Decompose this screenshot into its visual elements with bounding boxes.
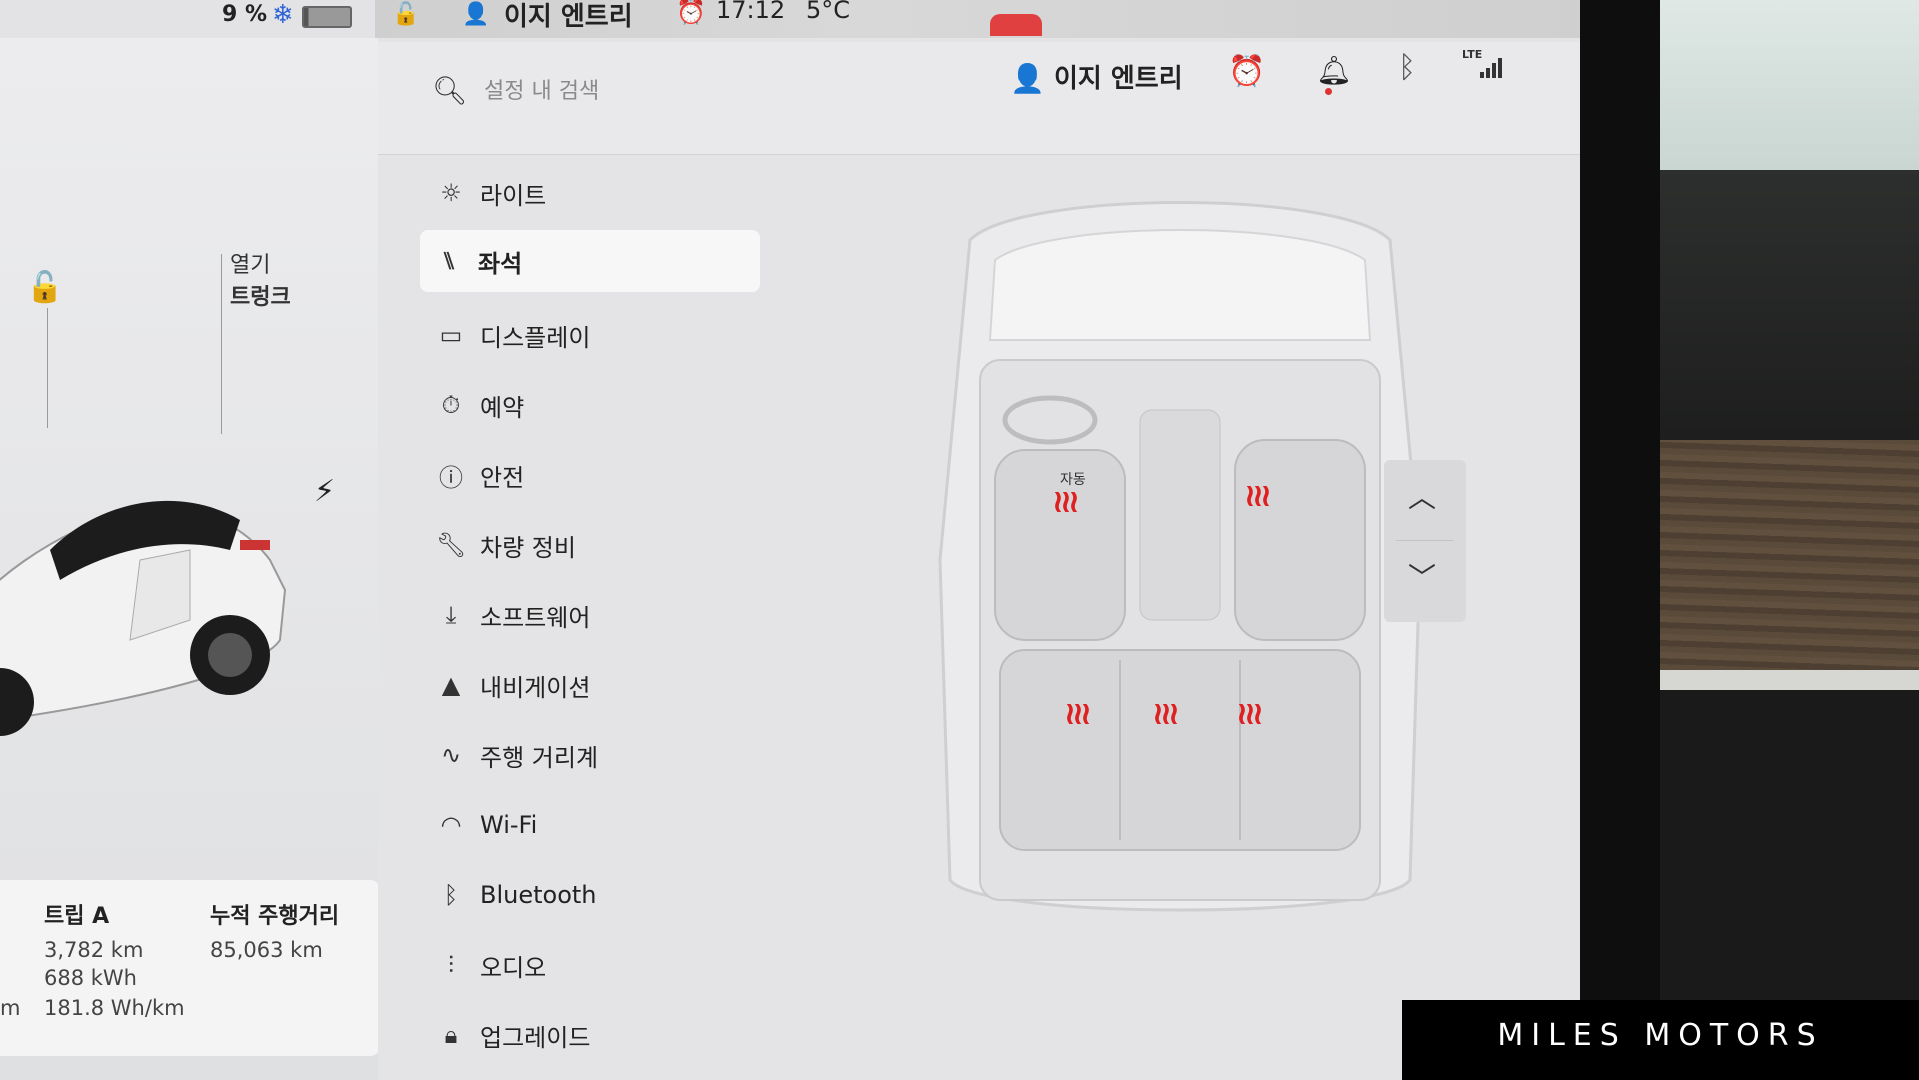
snowflake-icon: ❄ bbox=[272, 0, 294, 30]
menu-label: 예약 bbox=[480, 393, 525, 422]
menu-label: 좌석 bbox=[478, 249, 523, 278]
trip-efficiency: 181.8 Wh/km bbox=[44, 996, 185, 1020]
bluetooth-status-icon[interactable]: ᛒ bbox=[1398, 50, 1416, 85]
menu-item-service[interactable]: 🔧︎ 차량 정비 bbox=[422, 514, 762, 576]
menu-item-bluetooth[interactable]: ᛒ Bluetooth bbox=[422, 864, 762, 926]
download-icon: ⤓ bbox=[445, 601, 457, 629]
menu-item-schedule[interactable]: ⏱ 예약 bbox=[422, 374, 762, 436]
menu-label: 소프트웨어 bbox=[480, 603, 591, 632]
trip-a-title: 트립 A bbox=[44, 904, 110, 929]
audio-icon: ⫶ bbox=[448, 951, 454, 979]
driver-seat-heater-icon[interactable]: ≀≀≀ bbox=[1052, 482, 1080, 520]
profile-name[interactable]: 이지 엔트리 bbox=[1054, 58, 1183, 95]
menu-item-wifi[interactable]: ◠ Wi-Fi bbox=[422, 794, 762, 856]
upgrade-icon: 🔒︎ bbox=[444, 1021, 458, 1049]
odometer-title: 누적 주행거리 bbox=[210, 904, 340, 929]
battery-percent: 9 % bbox=[222, 2, 268, 27]
trip-distance: 3,782 km bbox=[44, 938, 144, 962]
trunk-callout-line bbox=[221, 254, 222, 434]
safety-icon: ⓘ bbox=[439, 463, 463, 492]
unlock-icon[interactable]: 🔓 bbox=[392, 2, 419, 27]
rear-left-seat-heater-icon[interactable]: ≀≀≀ bbox=[1064, 694, 1092, 732]
alarm-icon: ⏰ bbox=[676, 0, 706, 26]
trunk-label-open: 열기 bbox=[230, 253, 271, 278]
menu-item-display[interactable]: ▭ 디스플레이 bbox=[422, 304, 762, 366]
search-icon: 🔍︎ bbox=[432, 74, 468, 107]
alarm-clock-icon[interactable]: ⏰ bbox=[1228, 54, 1265, 89]
menu-label: 안전 bbox=[480, 463, 525, 492]
clock: 17:12 bbox=[716, 0, 786, 24]
car-unlock-icon[interactable]: 🔓 bbox=[26, 270, 63, 305]
trunk-label-trunk: 트렁크 bbox=[230, 285, 291, 310]
menu-item-seats[interactable]: ⑊ 좌석 bbox=[420, 230, 760, 292]
screen-bezel bbox=[1580, 0, 1660, 1080]
menu-item-upgrades[interactable]: 🔒︎ 업그레이드 bbox=[422, 1004, 762, 1066]
menu-item-audio[interactable]: ⫶ 오디오 bbox=[422, 934, 762, 996]
bluetooth-icon: ᛒ bbox=[443, 881, 459, 909]
wifi-icon: ◠ bbox=[440, 811, 462, 839]
menu-label: 차량 정비 bbox=[480, 533, 576, 562]
odometer-value: 85,063 km bbox=[210, 938, 323, 962]
charge-port-icon[interactable]: ⚡ bbox=[314, 474, 335, 509]
display-icon: ▭ bbox=[439, 321, 463, 349]
menu-item-navigation[interactable]: ▲ 내비게이션 bbox=[422, 654, 762, 716]
trip-edge-unit: m bbox=[0, 996, 21, 1020]
status-bar: 9 % ❄ 🔓 👤 이지 엔트리 ⏰ 17:12 5°C bbox=[0, 0, 1580, 42]
menu-item-software[interactable]: ⤓ 소프트웨어 bbox=[422, 584, 762, 646]
wrench-icon: 🔧︎ bbox=[435, 531, 467, 559]
person-icon: 👤 bbox=[462, 2, 490, 27]
rear-right-seat-heater-icon[interactable]: ≀≀≀ bbox=[1236, 694, 1264, 732]
menu-label: 오디오 bbox=[480, 953, 547, 982]
rear-center-seat-heater-icon[interactable]: ≀≀≀ bbox=[1152, 694, 1180, 732]
menu-item-safety[interactable]: ⓘ 안전 bbox=[422, 444, 762, 506]
menu-label: 업그레이드 bbox=[480, 1023, 591, 1052]
navigation-icon: ▲ bbox=[441, 671, 461, 699]
menu-label: Wi-Fi bbox=[480, 811, 538, 839]
profile-icon[interactable]: 👤 bbox=[1010, 62, 1045, 95]
cabin-background bbox=[1660, 0, 1919, 1080]
trip-energy: 688 kWh bbox=[44, 966, 137, 990]
chevron-up-icon[interactable]: ︿ bbox=[1408, 476, 1436, 516]
schedule-icon: ⏱ bbox=[441, 391, 461, 419]
watermark-text: MILES MOTORS bbox=[1497, 1018, 1824, 1053]
menu-item-trips[interactable]: ∿ 주행 거리계 bbox=[422, 724, 762, 786]
car-top-view bbox=[938, 201, 1422, 912]
outside-temperature: 5°C bbox=[806, 0, 851, 24]
signal-strength-icon bbox=[1480, 56, 1506, 78]
notification-bell-icon[interactable]: 🔔︎ bbox=[1316, 54, 1352, 87]
menu-label: 주행 거리계 bbox=[480, 743, 599, 772]
chevron-down-icon[interactable]: ﹀ bbox=[1408, 556, 1436, 596]
seat-icon: ⑊ bbox=[441, 247, 457, 275]
trip-icon: ∿ bbox=[440, 741, 462, 769]
status-profile-name[interactable]: 이지 엔트리 bbox=[504, 0, 633, 33]
map-marker-icon bbox=[990, 14, 1042, 36]
passenger-seat-heater-icon[interactable]: ≀≀≀ bbox=[1244, 476, 1272, 514]
battery-icon bbox=[302, 6, 352, 28]
lock-callout-line bbox=[47, 308, 48, 428]
settings-search-input[interactable] bbox=[482, 70, 846, 112]
notification-dot bbox=[1325, 88, 1332, 95]
open-trunk-button[interactable]: 열기 트렁크 bbox=[230, 250, 310, 314]
menu-label: 라이트 bbox=[480, 181, 547, 210]
touchscreen: 9 % ❄ 🔓 👤 이지 엔트리 ⏰ 17:12 5°C 🔓 열기 트렁크 ⚡ … bbox=[0, 0, 1580, 1080]
sun-icon: ☼ bbox=[440, 179, 462, 207]
menu-label: 내비게이션 bbox=[480, 673, 591, 702]
menu-label: 디스플레이 bbox=[480, 323, 591, 352]
menu-label: Bluetooth bbox=[480, 881, 597, 909]
menu-item-lights[interactable]: ☼ 라이트 bbox=[422, 162, 762, 224]
car-render bbox=[0, 500, 287, 736]
